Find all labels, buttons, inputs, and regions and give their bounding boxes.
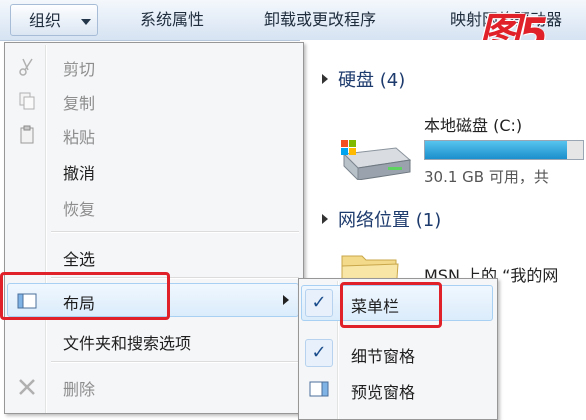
- network-header-label: 网络位置 (1): [338, 210, 442, 231]
- copy-icon: [19, 92, 35, 110]
- scissors-icon: [19, 58, 33, 76]
- hard-drive-icon: [341, 140, 412, 180]
- system-properties-button[interactable]: 系统属性: [140, 0, 204, 40]
- organize-menu: 剪切 复制 粘贴 撤消 恢复 全选 布局 文件夹和搜索选项 删除: [4, 42, 304, 414]
- menu-item-paste[interactable]: 粘贴: [5, 117, 301, 151]
- menu-item-copy[interactable]: 复制: [5, 83, 301, 117]
- menu-separator: [51, 361, 299, 363]
- annotation-box-layout: [0, 272, 170, 320]
- submenu-arrow-icon: [283, 295, 289, 305]
- drive-name[interactable]: 本地磁盘 (C:): [424, 112, 522, 136]
- checkmark-icon: ✓: [305, 339, 333, 367]
- menu-item-label: 剪切: [63, 60, 96, 79]
- expand-triangle-icon: [322, 214, 328, 224]
- delete-x-icon: [19, 379, 35, 395]
- network-group-header[interactable]: 网络位置 (1): [322, 206, 441, 232]
- annotation-box-menu-bar: [340, 282, 442, 328]
- hard-disk-header-label: 硬盘 (4): [338, 70, 406, 91]
- submenu-item-label: 预览窗格: [351, 383, 416, 402]
- drive-usage-bar: [424, 140, 584, 160]
- drive-usage-fill: [425, 141, 568, 159]
- menu-item-label: 文件夹和搜索选项: [63, 334, 192, 353]
- organize-button[interactable]: 组织: [10, 4, 98, 36]
- menu-item-undo[interactable]: 撤消: [5, 153, 301, 187]
- submenu-item-label: 细节窗格: [351, 347, 416, 366]
- expand-triangle-icon: [322, 74, 328, 84]
- menu-item-label: 粘贴: [63, 128, 96, 147]
- checkmark-icon: ✓: [305, 289, 333, 317]
- preview-pane-icon: [309, 381, 329, 397]
- menu-item-folder-options[interactable]: 文件夹和搜索选项: [5, 323, 301, 357]
- submenu-item-details-pane[interactable]: ✓ 细节窗格: [299, 335, 495, 371]
- menu-item-redo[interactable]: 恢复: [5, 189, 301, 223]
- menu-item-label: 全选: [63, 250, 96, 269]
- menu-item-label: 恢复: [63, 200, 96, 219]
- drive-free-space: 30.1 GB 可用，共: [424, 168, 549, 186]
- submenu-item-preview-pane[interactable]: 预览窗格: [299, 371, 495, 407]
- menu-item-cut[interactable]: 剪切: [5, 49, 301, 83]
- menu-separator: [51, 231, 299, 233]
- clipboard-icon: [20, 125, 34, 144]
- menu-item-select-all[interactable]: 全选: [5, 239, 301, 273]
- hard-disk-group-header[interactable]: 硬盘 (4): [322, 66, 405, 92]
- uninstall-program-button[interactable]: 卸载或更改程序: [264, 0, 376, 40]
- menu-item-label: 撤消: [63, 164, 96, 183]
- menu-item-label: 复制: [63, 94, 96, 113]
- organize-label: 组织: [29, 11, 62, 30]
- chevron-down-icon: [81, 19, 91, 25]
- menu-item-delete[interactable]: 删除: [5, 369, 301, 403]
- menu-item-label: 删除: [63, 380, 96, 399]
